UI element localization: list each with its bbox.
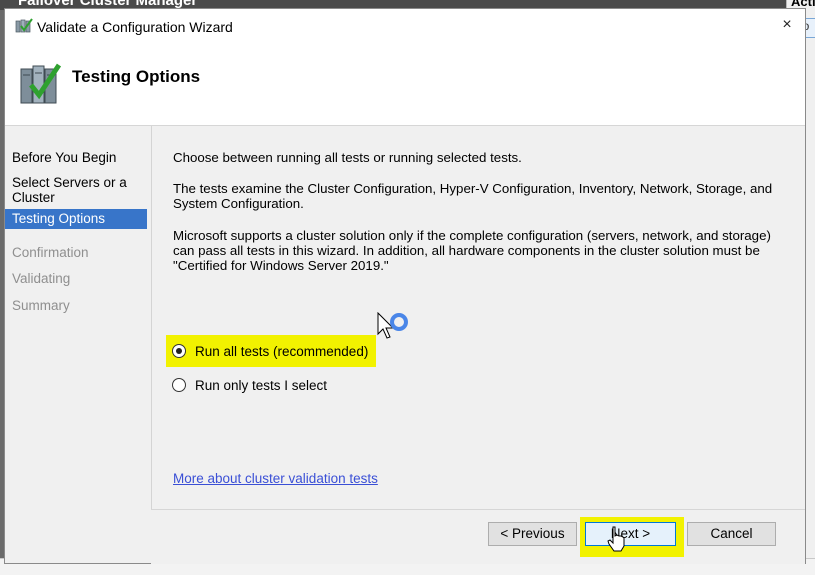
next-button[interactable]: Next > <box>585 522 676 546</box>
step-validating: Validating <box>12 271 71 286</box>
option-run-selected-tests[interactable]: Run only tests I select <box>166 369 335 401</box>
wizard-step-list: Before You Begin Select Servers or a Clu… <box>5 126 151 563</box>
radio-button-checked[interactable] <box>172 344 186 358</box>
wizard-footer: < Previous Next > Cancel <box>151 509 805 564</box>
hand-pointer-icon <box>607 526 625 552</box>
intro-text: Choose between running all tests or runn… <box>173 150 522 165</box>
step-summary: Summary <box>12 298 70 313</box>
page-title: Testing Options <box>72 67 201 86</box>
cancel-button[interactable]: Cancel <box>687 522 776 546</box>
dialog-title: Validate a Configuration Wizard <box>37 19 233 35</box>
close-button[interactable]: × <box>775 13 799 37</box>
option-run-all-tests[interactable]: Run all tests (recommended) <box>166 335 377 367</box>
wizard-header: Testing Options <box>5 43 805 126</box>
description-text: The tests examine the Cluster Configurat… <box>173 181 773 211</box>
step-confirmation: Confirmation <box>12 245 89 260</box>
previous-button[interactable]: < Previous <box>488 522 577 546</box>
step-before-you-begin[interactable]: Before You Begin <box>5 150 147 168</box>
dialog-titlebar[interactable]: Validate a Configuration Wizard × <box>5 9 805 43</box>
wizard-content: Choose between running all tests or runn… <box>151 126 805 509</box>
option-run-all-label[interactable]: Run all tests (recommended) <box>195 344 368 359</box>
step-select-servers[interactable]: Select Servers or a Cluster <box>5 175 147 207</box>
validation-tests-help-link[interactable]: More about cluster validation tests <box>173 471 378 486</box>
option-run-selected-label[interactable]: Run only tests I select <box>195 378 327 393</box>
support-note: Microsoft supports a cluster solution on… <box>173 228 771 273</box>
radio-button-unchecked[interactable] <box>172 378 186 392</box>
busy-pointer-icon <box>377 312 408 339</box>
validate-configuration-wizard: Validate a Configuration Wizard × Testin… <box>4 8 806 564</box>
cluster-validate-icon <box>15 18 33 33</box>
testing-options-icon <box>20 63 61 104</box>
step-testing-options[interactable]: Testing Options <box>5 209 147 229</box>
